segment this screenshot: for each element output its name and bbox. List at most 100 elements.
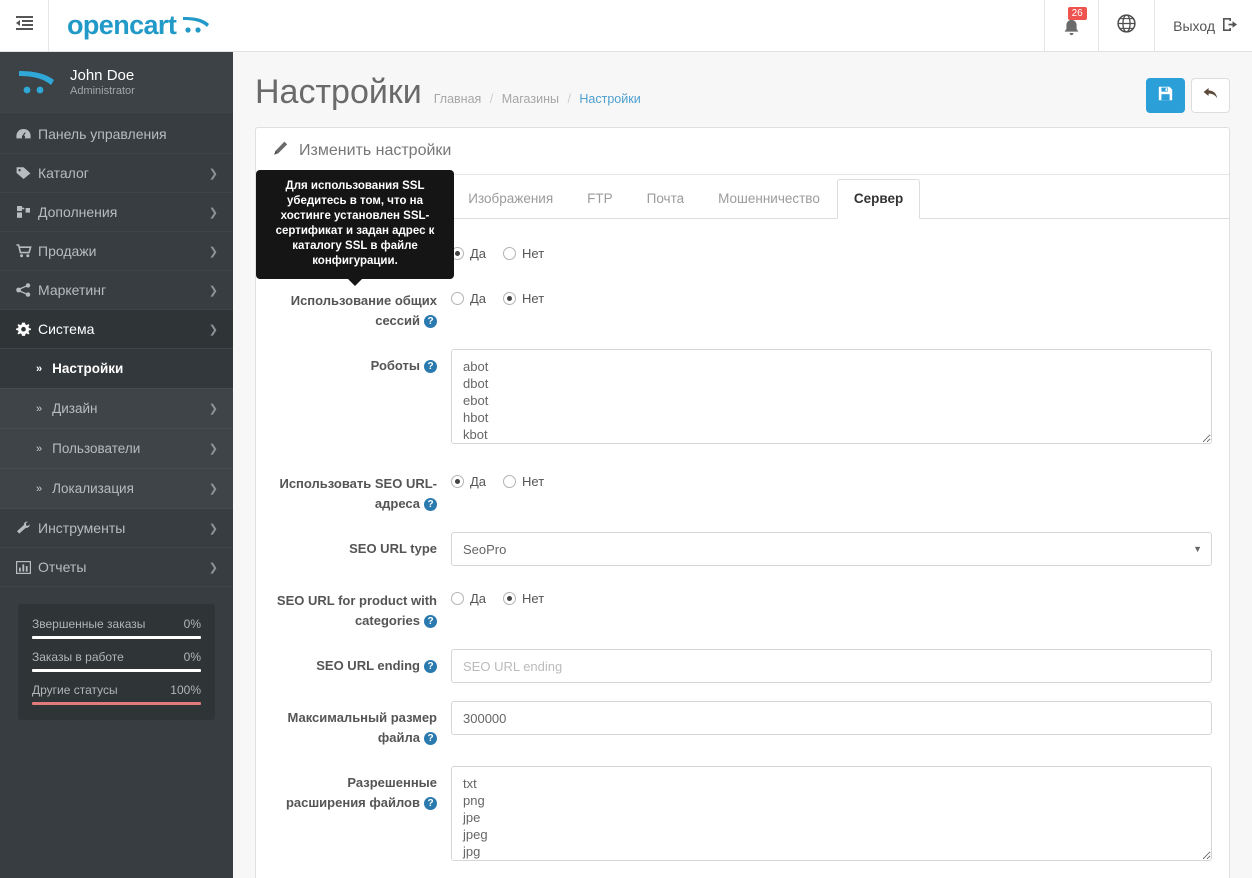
- sidebar-item-label: Маркетинг: [38, 282, 107, 298]
- radio-group-shared-sessions: Да Нет: [451, 284, 1212, 306]
- breadcrumb-item-home[interactable]: Главная: [434, 92, 482, 106]
- breadcrumb-separator: /: [489, 92, 494, 106]
- help-icon[interactable]: ?: [424, 797, 437, 810]
- radio-seo-product-cat-no[interactable]: Нет: [503, 591, 544, 606]
- page-title: Настройки: [255, 73, 422, 111]
- radio-shared-sessions-no[interactable]: Нет: [503, 291, 544, 306]
- tab-fraud[interactable]: Мошенничество: [701, 179, 837, 219]
- sidebar-item-design[interactable]: » Дизайн ❯: [0, 389, 233, 429]
- help-icon[interactable]: ?: [424, 315, 437, 328]
- sidebar-item-tools[interactable]: Инструменты ❯: [0, 509, 233, 548]
- stat-value: 0%: [183, 617, 201, 631]
- stat-progress-track: [32, 636, 201, 639]
- radio-label: Нет: [522, 291, 545, 306]
- breadcrumb-item-stores[interactable]: Магазины: [502, 92, 559, 106]
- radio-seo-product-cat-yes[interactable]: Да: [451, 591, 486, 606]
- radio-seo-url-no[interactable]: Нет: [503, 474, 544, 489]
- tab-mail[interactable]: Почта: [630, 179, 702, 219]
- help-icon[interactable]: ?: [424, 360, 437, 373]
- stat-other-statuses: Другие статусы 100%: [32, 683, 201, 705]
- field-label-text: Разрешенные расширения файлов: [285, 775, 437, 810]
- profile-role: Administrator: [70, 85, 135, 97]
- stat-progress-fill: [32, 669, 201, 672]
- breadcrumb-item-settings[interactable]: Настройки: [579, 92, 640, 106]
- radio-ssl-yes[interactable]: Да: [451, 246, 486, 261]
- field-row-seo-url-ending: SEO URL ending?: [273, 649, 1212, 683]
- field-label-seo-url-product-categories: SEO URL for product with categories?: [273, 584, 451, 631]
- save-button[interactable]: [1146, 78, 1185, 113]
- sidebar-item-system[interactable]: Система ❯: [0, 310, 233, 349]
- radio-group-seo-url-product-categories: Да Нет: [451, 584, 1212, 606]
- sidebar-item-marketing[interactable]: Маркетинг ❯: [0, 271, 233, 310]
- help-icon[interactable]: ?: [424, 660, 437, 673]
- double-chevron-icon: »: [36, 442, 43, 455]
- sidebar-item-localisation[interactable]: » Локализация ❯: [0, 469, 233, 509]
- radio-dot-icon: [451, 475, 464, 488]
- profile-name: John Doe: [70, 67, 135, 84]
- brand-name: opencart: [67, 10, 177, 40]
- seo-url-type-select[interactable]: SeoPro: [451, 532, 1212, 566]
- sidebar-item-settings[interactable]: » Настройки: [0, 349, 233, 389]
- sidebar-subitem-label: Локализация: [52, 481, 134, 496]
- max-file-size-input[interactable]: [451, 701, 1212, 735]
- page-header: Настройки Главная / Магазины / Настройки: [233, 52, 1252, 127]
- sidebar-item-label: Панель управления: [38, 126, 167, 142]
- notification-count-badge: 26: [1067, 7, 1087, 20]
- sidebar-item-reports[interactable]: Отчеты ❯: [0, 548, 233, 587]
- logout-button[interactable]: Выход: [1154, 0, 1252, 51]
- stat-progress-track: [32, 702, 201, 705]
- chevron-right-icon: ❯: [208, 522, 218, 535]
- chevron-right-icon: ❯: [208, 561, 218, 574]
- field-label-text: SEO URL for product with categories: [276, 593, 437, 628]
- tab-images[interactable]: Изображения: [451, 179, 570, 219]
- help-icon[interactable]: ?: [424, 615, 437, 628]
- help-icon[interactable]: ?: [424, 498, 437, 511]
- profile-block[interactable]: John Doe Administrator: [0, 52, 233, 115]
- sidebar-toggle-button[interactable]: [0, 0, 49, 51]
- back-button[interactable]: [1191, 78, 1230, 113]
- field-label-max-file-size: Максимальный размер файла?: [273, 701, 451, 748]
- stat-value: 100%: [170, 683, 201, 697]
- field-label-allowed-extensions: Разрешенные расширения файлов?: [273, 766, 451, 866]
- chart-icon: [16, 560, 38, 574]
- brand-logo[interactable]: opencart: [49, 0, 229, 51]
- tab-ftp[interactable]: FTP: [570, 179, 630, 219]
- radio-seo-url-yes[interactable]: Да: [451, 474, 486, 489]
- radio-label: Да: [470, 474, 487, 489]
- title-wrapper: Настройки Главная / Магазины / Настройки: [255, 72, 1146, 112]
- sidebar-item-sales[interactable]: Продажи ❯: [0, 232, 233, 271]
- chevron-right-icon: ❯: [208, 284, 218, 297]
- chevron-right-icon: ❯: [208, 167, 218, 180]
- sidebar-subitem-label: Пользователи: [52, 441, 141, 456]
- help-icon[interactable]: ?: [424, 732, 437, 745]
- sidebar-item-users[interactable]: » Пользователи ❯: [0, 429, 233, 469]
- sidebar-item-extensions[interactable]: Дополнения ❯: [0, 193, 233, 232]
- allowed-extensions-textarea[interactable]: [451, 766, 1212, 861]
- field-label-seo-url-type: SEO URL type: [273, 532, 451, 566]
- seo-url-ending-input[interactable]: [451, 649, 1212, 683]
- radio-dot-icon: [503, 592, 517, 605]
- server-settings-form: Использование SSL? Да Нет: [256, 219, 1229, 866]
- chevron-right-icon: ❯: [208, 403, 218, 415]
- logout-icon: [1222, 17, 1238, 35]
- chevron-down-icon: ❯: [208, 323, 218, 336]
- notifications-button[interactable]: 26: [1044, 0, 1098, 51]
- language-button[interactable]: [1098, 0, 1154, 51]
- stat-progress-fill: [32, 636, 201, 639]
- breadcrumb: Главная / Магазины / Настройки: [434, 89, 641, 109]
- radio-label: Нет: [522, 474, 545, 489]
- gear-icon: [16, 322, 38, 337]
- radio-shared-sessions-yes[interactable]: Да: [451, 291, 486, 306]
- sidebar-item-catalog[interactable]: Каталог ❯: [0, 154, 233, 193]
- header-actions: [1146, 72, 1230, 113]
- stat-label: Другие статусы: [32, 683, 118, 697]
- sidebar-item-dashboard[interactable]: Панель управления: [0, 115, 233, 154]
- breadcrumb-separator: /: [567, 92, 571, 106]
- logout-label: Выход: [1173, 17, 1215, 34]
- top-navbar: opencart 26 Выход: [0, 0, 1252, 52]
- tab-server[interactable]: Сервер: [836, 179, 921, 219]
- cart-logo-icon: [181, 15, 211, 39]
- radio-ssl-no[interactable]: Нет: [503, 246, 544, 261]
- stat-value: 0%: [183, 650, 201, 664]
- robots-textarea[interactable]: [451, 349, 1212, 444]
